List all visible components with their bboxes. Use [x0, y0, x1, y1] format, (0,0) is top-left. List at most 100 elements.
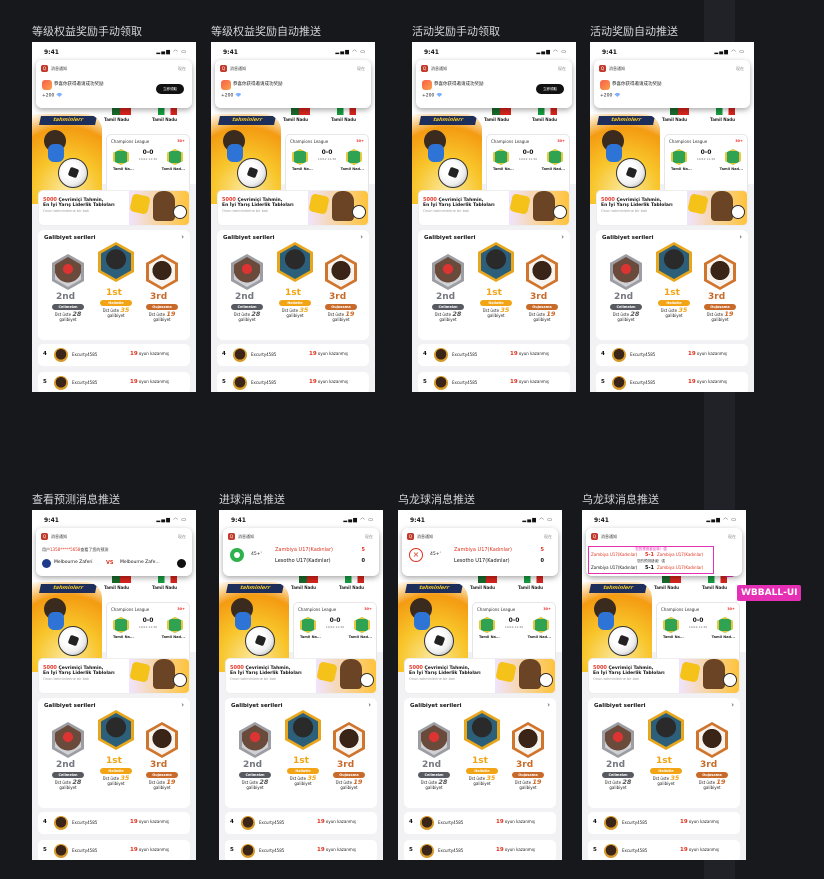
avatar-first[interactable]: [98, 710, 134, 750]
row-score-text: oyun kazanmış: [137, 351, 169, 356]
chevron-right-icon[interactable]: ›: [368, 701, 371, 709]
team-b: Zambiya U17(Kadınlar): [657, 552, 704, 557]
row-username: Excurty4585: [251, 352, 277, 357]
avatar-third[interactable]: [526, 254, 558, 290]
match-card[interactable]: Champions League 30+ 0-0 10/12 11:30 Tam…: [656, 602, 740, 666]
avatar-third[interactable]: [696, 722, 728, 758]
leaderboard-row[interactable]: 5 Excurty4585 19 oyun kazanmış: [596, 372, 748, 392]
match-card[interactable]: Champions League 30+ 0-0 10/12 11:30 Tam…: [293, 602, 377, 666]
avatar-first[interactable]: [656, 242, 692, 282]
avatar-first[interactable]: [464, 710, 500, 750]
leaderboard-row[interactable]: 4 Excurty4585 19 oyun kazanmış: [217, 344, 369, 366]
streak-post: galibiyet: [246, 785, 264, 790]
streak-post: galibiyet: [107, 781, 125, 786]
chevron-right-icon[interactable]: ›: [547, 701, 550, 709]
notif-reward: +200: [600, 93, 621, 99]
leaderboard-row[interactable]: 5 Excurty4585 19 oyun kazanmış: [38, 840, 190, 860]
promo-ball-icon: [173, 673, 187, 687]
avatar-second[interactable]: [602, 722, 634, 758]
match-card[interactable]: Champions League 30+ 0-0 10/12 11:30 Tam…: [664, 134, 748, 198]
msg-user: 1358*****5658: [50, 547, 81, 552]
leaderboard-row[interactable]: 5 Excurty4585 19 oyun kazanmış: [217, 372, 369, 392]
push-notification[interactable]: Q 消息通知 现在 用户1358*****5658查看了您的预测 Melbour…: [36, 528, 192, 576]
push-notification[interactable]: Q 消息通知 现在 您的预测被反转！强 Zambiya U17(Kadınlar…: [586, 528, 742, 576]
ticker-team-a: Tamil Nadu: [654, 585, 679, 590]
push-notification[interactable]: Q 消息通知 现在 恭喜你获得邀请成功奖励 +200: [594, 60, 750, 108]
promo-banner[interactable]: 5000 Çevrimiçi Tahmin, En İyi Yarış Lide…: [225, 658, 377, 694]
row-rank: 4: [230, 819, 234, 825]
promo-banner[interactable]: 5000 Çevrimiçi Tahmin, En İyi Yarış Lide…: [38, 190, 190, 226]
leaderboard-row[interactable]: 5 Excurty4585 19 oyun kazanmış: [38, 372, 190, 392]
leaderboard-row[interactable]: 4 Excurty4585 19 oyun kazanmış: [38, 812, 190, 834]
avatar-first[interactable]: [478, 242, 514, 282]
leaderboard-row[interactable]: 4 Excurty4585 19 oyun kazanmış: [596, 344, 748, 366]
avatar-first[interactable]: [648, 710, 684, 750]
avatar-second[interactable]: [231, 254, 263, 290]
claim-button[interactable]: 立即领取: [156, 84, 184, 94]
match-card[interactable]: Champions League 30+ 0-0 10/12 11:30 Tam…: [106, 602, 190, 666]
leaderboard-row[interactable]: 5 Excurty4585 19 oyun kazanmış: [588, 840, 740, 860]
hero-banner-logo: tahminlerr: [226, 584, 284, 593]
chevron-right-icon[interactable]: ›: [181, 701, 184, 709]
avatar-second[interactable]: [418, 722, 450, 758]
avatar: [420, 816, 434, 830]
claim-button[interactable]: 立即领取: [536, 84, 564, 94]
push-notification[interactable]: Q 消息通知 现在 恭喜你获得邀请成功奖励 +200: [215, 60, 371, 108]
avatar-third[interactable]: [146, 722, 178, 758]
leaderboard-row[interactable]: 4 Excurty4585 19 oyun kazanmış: [418, 344, 570, 366]
match-score: 0-0: [522, 149, 534, 156]
push-notification[interactable]: Q 消息通知 现在 × 45+' Zambiya U17(Kadınlar) 5…: [402, 528, 558, 576]
avatar-second[interactable]: [432, 254, 464, 290]
chevron-right-icon[interactable]: ›: [561, 233, 564, 241]
avatar-first[interactable]: [285, 710, 321, 750]
match-card[interactable]: Champions League 30+ 0-0 10/12 11:30 Tam…: [106, 134, 190, 198]
promo-banner[interactable]: 5000 Çevrimiçi Tahmin, En İyi Yarış Lide…: [38, 658, 190, 694]
avatar-first[interactable]: [277, 242, 313, 282]
avatar-third[interactable]: [512, 722, 544, 758]
avatar-second[interactable]: [52, 722, 84, 758]
notif-message: 恭喜你获得邀请成功奖励: [612, 82, 662, 87]
avatar-third[interactable]: [333, 722, 365, 758]
avatar-third[interactable]: [146, 254, 178, 290]
leaderboard-row[interactable]: 4 Excurty4585 19 oyun kazanmış: [588, 812, 740, 834]
match-card[interactable]: Champions League 30+ 0-0 10/12 11:30 Tam…: [472, 602, 556, 666]
promo-banner[interactable]: 5000 Çevrimiçi Tahmin, En İyi Yarış Lide…: [418, 190, 570, 226]
row-rank: 4: [43, 819, 47, 825]
match-card[interactable]: Champions League 30+ 0-0 10/12 11:30 Tam…: [285, 134, 369, 198]
leaderboard-row[interactable]: 5 Excurty4585 19 oyun kazanmış: [225, 840, 377, 860]
avatar-second[interactable]: [610, 254, 642, 290]
promo-cube-icon: [687, 193, 709, 215]
avatar-third[interactable]: [325, 254, 357, 290]
push-notification[interactable]: Q 消息通知 现在 45+' Zambiya U17(Kadınlar) 5 L…: [223, 528, 379, 576]
promo-cube-icon: [679, 661, 701, 683]
avatar-second[interactable]: [52, 254, 84, 290]
mockup-title: 活动奖励自动推送: [590, 25, 678, 38]
leaderboard-row[interactable]: 5 Excurty4585 19 oyun kazanmış: [418, 372, 570, 392]
promo-banner[interactable]: 5000 Çevrimiçi Tahmin, En İyi Yarış Lide…: [217, 190, 369, 226]
app-icon: Q: [41, 65, 48, 72]
mockup-m3: 活动奖励手动领取 9:41 ▂▄▆ ◠ ▭ Tamil Nadu Tamil N…: [412, 24, 576, 392]
push-notification[interactable]: Q 消息通知 现在 恭喜你获得邀请成功奖励 +200 立即领取: [36, 60, 192, 108]
chevron-right-icon[interactable]: ›: [181, 233, 184, 241]
leaderboard-row[interactable]: 5 Excurty4585 19 oyun kazanmış: [404, 840, 556, 860]
avatar-second[interactable]: [239, 722, 271, 758]
status-time: 9:41: [602, 48, 617, 56]
avatar-first[interactable]: [98, 242, 134, 282]
leaderboard-row[interactable]: 4 Excurty4585 19 oyun kazanmış: [404, 812, 556, 834]
chevron-right-icon[interactable]: ›: [360, 233, 363, 241]
leaderboard-row[interactable]: 4 Excurty4585 19 oyun kazanmış: [38, 344, 190, 366]
match-team-b: Tamil Nad...: [527, 635, 551, 639]
match-league: Champions League: [111, 607, 150, 612]
push-notification[interactable]: Q 消息通知 现在 恭喜你获得邀请成功奖励 +200 立即领取: [416, 60, 572, 108]
promo-banner[interactable]: 5000 Çevrimiçi Tahmin, En İyi Yarış Lide…: [404, 658, 556, 694]
avatar-third[interactable]: [704, 254, 736, 290]
promo-banner[interactable]: 5000 Çevrimiçi Tahmin, En İyi Yarış Lide…: [596, 190, 748, 226]
leaderboard-row[interactable]: 4 Excurty4585 19 oyun kazanmış: [225, 812, 377, 834]
match-card[interactable]: Champions League 30+ 0-0 10/12 11:30 Tam…: [486, 134, 570, 198]
streak-third: Üst üste 19 galibiyet: [525, 311, 559, 322]
phone-screen: 9:41 ▂▄▆ ◠ ▭ Tamil Nadu Tamil Nadu tahmi…: [582, 510, 746, 860]
chevron-right-icon[interactable]: ›: [731, 701, 734, 709]
chevron-right-icon[interactable]: ›: [739, 233, 742, 241]
promo-banner[interactable]: 5000 Çevrimiçi Tahmin, En İyi Yarış Lide…: [588, 658, 740, 694]
gift-icon: [42, 80, 52, 90]
